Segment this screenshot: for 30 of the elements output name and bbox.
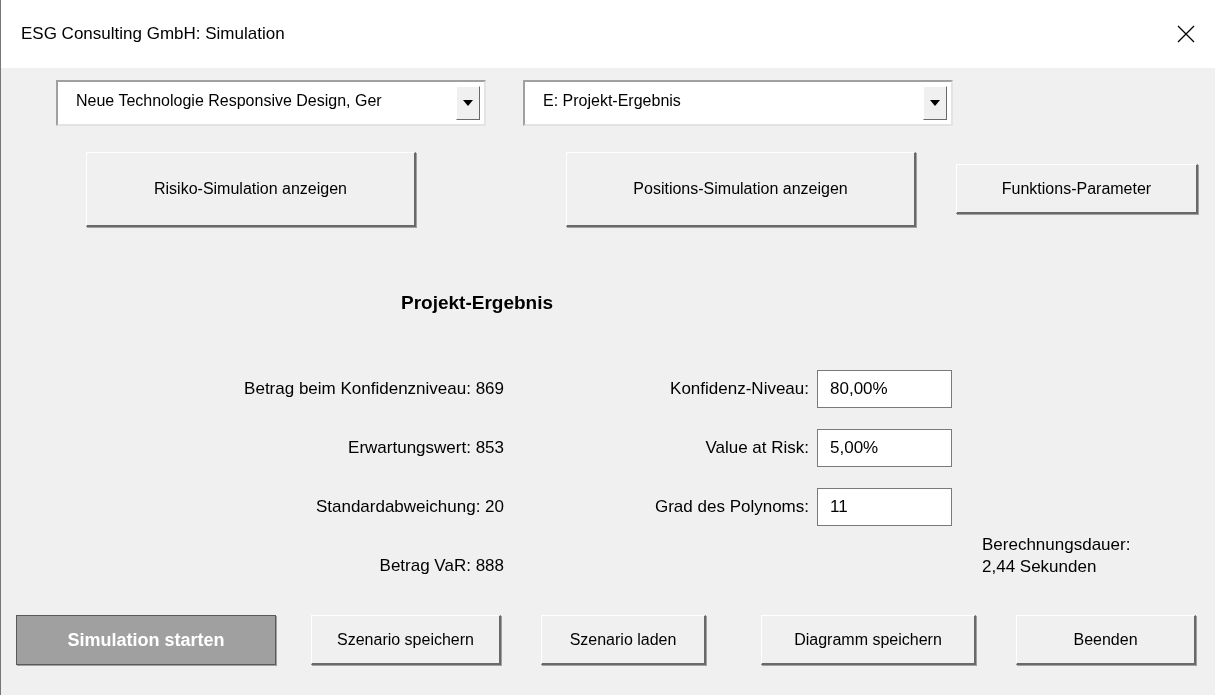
- dropdown-arrow-button[interactable]: [456, 86, 480, 120]
- parameter-field[interactable]: 11: [817, 487, 952, 526]
- dropdown[interactable]: E: Projekt-Ergebnis: [523, 80, 953, 126]
- result-label: Betrag VaR: 888: [378, 555, 504, 576]
- result-label: Betrag beim Konfidenzniveau: 869: [243, 378, 504, 399]
- dropdown-arrow-button[interactable]: [923, 86, 947, 120]
- dropdown-value: E: Projekt-Ergebnis: [542, 91, 682, 111]
- action-button[interactable]: Szenario speichern: [311, 615, 501, 665]
- view-button[interactable]: Funktions-Parameter: [956, 164, 1198, 214]
- close-icon: [1177, 25, 1195, 43]
- dropdown[interactable]: Neue Technologie Responsive Design, Ger: [56, 80, 486, 126]
- window-title: ESG Consulting GmbH: Simulation: [21, 24, 285, 44]
- duration-text: 2,44 Sekunden: [982, 555, 1098, 578]
- parameter-label: Konfidenz-Niveau:: [669, 378, 810, 399]
- view-button[interactable]: Positions-Simulation anzeigen: [566, 151, 916, 227]
- section-heading: Projekt-Ergebnis: [401, 292, 555, 314]
- action-button[interactable]: Diagramm speichern: [761, 615, 976, 665]
- parameter-label: Grad des Polynoms:: [654, 496, 810, 517]
- parameter-field[interactable]: 80,00%: [817, 369, 952, 408]
- duration-text: Berechnungsdauer:: [982, 533, 1132, 556]
- caret-icon: [930, 100, 940, 106]
- action-button[interactable]: Szenario laden: [541, 615, 706, 665]
- action-button[interactable]: Beenden: [1016, 615, 1196, 665]
- result-label: Erwartungswert: 853: [347, 437, 504, 458]
- parameter-field[interactable]: 5,00%: [817, 428, 952, 467]
- view-button[interactable]: Risiko-Simulation anzeigen: [86, 151, 416, 227]
- caret-icon: [463, 100, 473, 106]
- result-label: Standardabweichung: 20: [314, 496, 504, 517]
- dropdown-value: Neue Technologie Responsive Design, Ger: [75, 91, 383, 111]
- parameter-label: Value at Risk:: [704, 437, 810, 458]
